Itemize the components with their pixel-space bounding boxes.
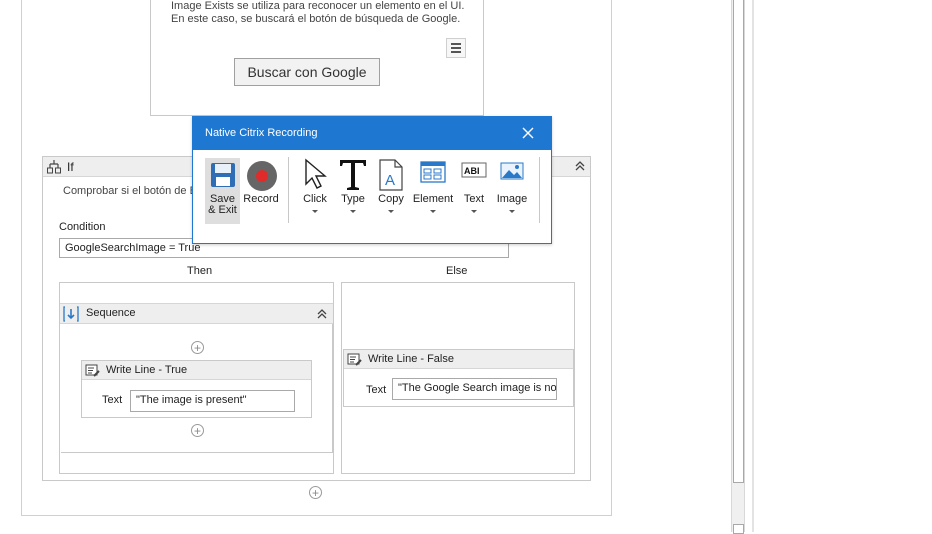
write-line-false-text-label: Text [366,384,387,396]
element-icon [420,161,446,186]
image-exists-description-line1: Image Exists se utiliza para reconocer u… [171,0,465,12]
element-button[interactable]: Element [411,158,455,218]
copy-button[interactable]: A Copy [373,158,409,218]
text-button[interactable]: ABI Text [457,158,491,218]
write-line-true-text-input[interactable]: "The image is present" [130,390,295,412]
if-description: Comprobar si el botón de B [63,185,197,197]
google-search-button-image: Buscar con Google [234,58,380,86]
click-label: Click [303,193,327,205]
add-activity-end-icon[interactable]: + [309,486,322,499]
add-activity-top-icon[interactable]: + [191,341,204,354]
copy-dropdown-icon[interactable] [388,210,394,213]
cursor-icon [302,158,330,193]
native-citrix-recording-window[interactable]: Native Citrix Recording Save & Exit Reco… [192,116,552,244]
svg-text:A: A [385,172,395,189]
side-panel-divider [752,0,754,532]
toolbar-separator-2 [539,157,540,223]
close-icon[interactable] [521,126,535,143]
image-label: Image [496,193,528,205]
add-activity-bottom-icon[interactable]: + [191,424,204,437]
image-exists-description-line2: En este caso, se buscará el botón de bús… [171,13,461,25]
type-button[interactable]: Type [334,158,372,218]
image-icon [500,162,524,183]
write-line-icon [85,363,100,381]
text-label: Text [463,193,485,205]
image-dropdown-icon[interactable] [509,210,515,213]
toolbar-separator-1 [288,157,289,223]
write-line-false-icon [347,352,362,370]
then-branch[interactable]: Sequence + Write Line - True Text "The i… [59,282,334,474]
scrollbar-thumb[interactable] [733,0,744,483]
sequence-title: Sequence [86,307,136,319]
element-label: Element [412,193,454,205]
save-label-line2: & Exit [208,204,237,216]
sequence-activity[interactable]: Sequence + Write Line - True Text "The i… [60,303,333,453]
click-button[interactable]: Click [297,158,333,218]
recording-titlebar[interactable]: Native Citrix Recording [193,117,551,150]
sequence-icon [63,306,79,325]
sequence-header: Sequence [60,303,333,324]
if-title: If [67,160,74,174]
click-dropdown-icon[interactable] [312,210,318,213]
menu-icon[interactable] [446,38,466,58]
vertical-scrollbar[interactable] [731,0,745,534]
write-line-true-text-label: Text [102,394,123,406]
else-label: Else [446,265,468,277]
condition-label: Condition [59,221,106,233]
recording-title: Native Citrix Recording [205,127,318,139]
collapse-sequence-icon[interactable] [316,308,328,323]
svg-text:ABI: ABI [464,166,480,176]
text-dropdown-icon[interactable] [471,210,477,213]
write-line-false-header: Write Line - False [344,350,573,369]
write-line-false-title: Write Line - False [368,353,454,365]
write-line-true-activity[interactable]: Write Line - True Text "The image is pre… [81,360,312,418]
copy-icon: A [378,159,404,194]
write-line-false-activity[interactable]: Write Line - False Text "The Google Sear… [343,349,574,407]
if-icon [46,159,62,178]
type-dropdown-icon[interactable] [350,210,356,213]
collapse-if-icon[interactable] [574,160,586,175]
image-exists-activity[interactable]: Image Exists se utiliza para reconocer u… [150,0,484,116]
save-icon [209,161,237,192]
type-icon [338,158,368,195]
record-icon [246,160,278,195]
copy-label: Copy [378,193,404,205]
record-button[interactable]: Record [241,158,281,218]
write-line-true-header: Write Line - True [82,361,311,380]
then-label: Then [187,265,213,277]
type-label: Type [341,193,365,205]
write-line-true-title: Write Line - True [106,364,188,376]
text-icon: ABI [461,162,487,181]
record-label: Record [243,193,279,205]
image-button[interactable]: Image [493,158,531,218]
element-dropdown-icon[interactable] [430,210,436,213]
write-line-false-text-input[interactable]: "The Google Search image is not [392,378,557,400]
else-branch[interactable]: Write Line - False Text "The Google Sear… [341,282,575,474]
scroll-down-icon[interactable] [733,524,744,534]
save-exit-button[interactable]: Save & Exit [205,158,240,224]
